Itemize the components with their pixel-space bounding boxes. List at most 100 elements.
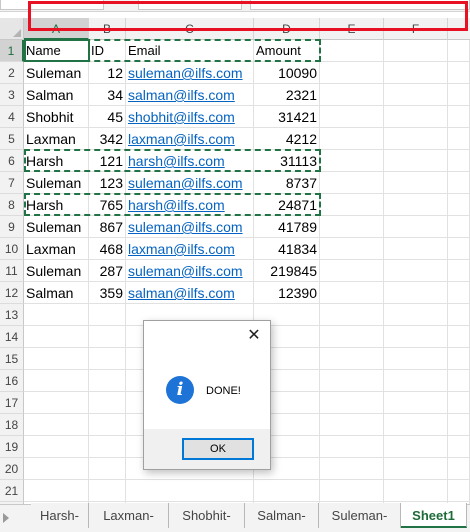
cell-g3[interactable] bbox=[448, 84, 470, 106]
cell-e14[interactable] bbox=[320, 326, 384, 348]
sheet-tab-shobhit[interactable]: Shobhit- bbox=[169, 503, 245, 528]
cell-e18[interactable] bbox=[320, 414, 384, 436]
row-header-21[interactable]: 21 bbox=[0, 480, 24, 502]
cell-f8[interactable] bbox=[384, 194, 448, 216]
cell-a18[interactable] bbox=[24, 414, 89, 436]
cell-f17[interactable] bbox=[384, 392, 448, 414]
cell-b11[interactable]: 287 bbox=[89, 260, 126, 282]
cell-b5[interactable]: 342 bbox=[89, 128, 126, 150]
cell-d6[interactable]: 31113 bbox=[254, 150, 320, 172]
cell-a14[interactable] bbox=[24, 326, 89, 348]
cell-c9[interactable]: suleman@ilfs.com bbox=[126, 216, 254, 238]
cell-g11[interactable] bbox=[448, 260, 470, 282]
cell-g5[interactable] bbox=[448, 128, 470, 150]
cell-g20[interactable] bbox=[448, 458, 470, 480]
cell-c3[interactable]: salman@ilfs.com bbox=[126, 84, 254, 106]
cell-f13[interactable] bbox=[384, 304, 448, 326]
row-header-4[interactable]: 4 bbox=[0, 106, 24, 128]
cell-b18[interactable] bbox=[89, 414, 126, 436]
cell-a6[interactable]: Harsh bbox=[24, 150, 89, 172]
cell-g9[interactable] bbox=[448, 216, 470, 238]
cell-g7[interactable] bbox=[448, 172, 470, 194]
cell-g15[interactable] bbox=[448, 348, 470, 370]
cell-b12[interactable]: 359 bbox=[89, 282, 126, 304]
cell-c11[interactable]: suleman@ilfs.com bbox=[126, 260, 254, 282]
cell-b9[interactable]: 867 bbox=[89, 216, 126, 238]
cell-e10[interactable] bbox=[320, 238, 384, 260]
row-header-7[interactable]: 7 bbox=[0, 172, 24, 194]
cell-e21[interactable] bbox=[320, 480, 384, 502]
cell-g17[interactable] bbox=[448, 392, 470, 414]
cell-b20[interactable] bbox=[89, 458, 126, 480]
row-header-2[interactable]: 2 bbox=[0, 62, 24, 84]
cell-c7[interactable]: suleman@ilfs.com bbox=[126, 172, 254, 194]
cell-g6[interactable] bbox=[448, 150, 470, 172]
cell-g12[interactable] bbox=[448, 282, 470, 304]
sheet-tab-harsh[interactable]: Harsh- bbox=[31, 503, 89, 528]
cell-c8[interactable]: harsh@ilfs.com bbox=[126, 194, 254, 216]
cell-b3[interactable]: 34 bbox=[89, 84, 126, 106]
cell-b21[interactable] bbox=[89, 480, 126, 502]
row-header-16[interactable]: 16 bbox=[0, 370, 24, 392]
row-header-8[interactable]: 8 bbox=[0, 194, 24, 216]
cell-g16[interactable] bbox=[448, 370, 470, 392]
cell-e13[interactable] bbox=[320, 304, 384, 326]
cell-d11[interactable]: 219845 bbox=[254, 260, 320, 282]
cell-g14[interactable] bbox=[448, 326, 470, 348]
cell-a4[interactable]: Shobhit bbox=[24, 106, 89, 128]
cell-b4[interactable]: 45 bbox=[89, 106, 126, 128]
cell-e7[interactable] bbox=[320, 172, 384, 194]
cell-g2[interactable] bbox=[448, 62, 470, 84]
cell-b17[interactable] bbox=[89, 392, 126, 414]
cell-g4[interactable] bbox=[448, 106, 470, 128]
cell-a19[interactable] bbox=[24, 436, 89, 458]
cell-f12[interactable] bbox=[384, 282, 448, 304]
cell-a3[interactable]: Salman bbox=[24, 84, 89, 106]
select-all-corner[interactable] bbox=[0, 18, 24, 40]
cell-d10[interactable]: 41834 bbox=[254, 238, 320, 260]
cell-a12[interactable]: Salman bbox=[24, 282, 89, 304]
cell-a17[interactable] bbox=[24, 392, 89, 414]
cell-c2[interactable]: suleman@ilfs.com bbox=[126, 62, 254, 84]
row-header-9[interactable]: 9 bbox=[0, 216, 24, 238]
row-header-6[interactable]: 6 bbox=[0, 150, 24, 172]
row-header-17[interactable]: 17 bbox=[0, 392, 24, 414]
cell-c5[interactable]: laxman@ilfs.com bbox=[126, 128, 254, 150]
cell-b19[interactable] bbox=[89, 436, 126, 458]
cell-f15[interactable] bbox=[384, 348, 448, 370]
row-header-11[interactable]: 11 bbox=[0, 260, 24, 282]
cell-c6[interactable]: harsh@ilfs.com bbox=[126, 150, 254, 172]
cell-g10[interactable] bbox=[448, 238, 470, 260]
cell-f20[interactable] bbox=[384, 458, 448, 480]
cell-a10[interactable]: Laxman bbox=[24, 238, 89, 260]
cell-d2[interactable]: 10090 bbox=[254, 62, 320, 84]
cell-c21[interactable] bbox=[126, 480, 254, 502]
cell-b7[interactable]: 123 bbox=[89, 172, 126, 194]
row-header-20[interactable]: 20 bbox=[0, 458, 24, 480]
cell-a11[interactable]: Suleman bbox=[24, 260, 89, 282]
cell-b16[interactable] bbox=[89, 370, 126, 392]
cell-e16[interactable] bbox=[320, 370, 384, 392]
cell-e17[interactable] bbox=[320, 392, 384, 414]
cell-c4[interactable]: shobhit@ilfs.com bbox=[126, 106, 254, 128]
cell-f1[interactable] bbox=[384, 40, 448, 62]
cell-d4[interactable]: 31421 bbox=[254, 106, 320, 128]
row-header-10[interactable]: 10 bbox=[0, 238, 24, 260]
row-header-15[interactable]: 15 bbox=[0, 348, 24, 370]
tab-scroll-icon[interactable] bbox=[3, 513, 9, 523]
cell-f9[interactable] bbox=[384, 216, 448, 238]
cell-e8[interactable] bbox=[320, 194, 384, 216]
cell-e1[interactable] bbox=[320, 40, 384, 62]
cell-a9[interactable]: Suleman bbox=[24, 216, 89, 238]
row-header-5[interactable]: 5 bbox=[0, 128, 24, 150]
cell-g18[interactable] bbox=[448, 414, 470, 436]
cell-b1[interactable]: ID bbox=[89, 40, 126, 62]
row-header-1[interactable]: 1 bbox=[0, 40, 24, 62]
cell-e4[interactable] bbox=[320, 106, 384, 128]
cell-d7[interactable]: 8737 bbox=[254, 172, 320, 194]
cell-f10[interactable] bbox=[384, 238, 448, 260]
cell-b2[interactable]: 12 bbox=[89, 62, 126, 84]
cell-a8[interactable]: Harsh bbox=[24, 194, 89, 216]
cell-a16[interactable] bbox=[24, 370, 89, 392]
cell-f7[interactable] bbox=[384, 172, 448, 194]
